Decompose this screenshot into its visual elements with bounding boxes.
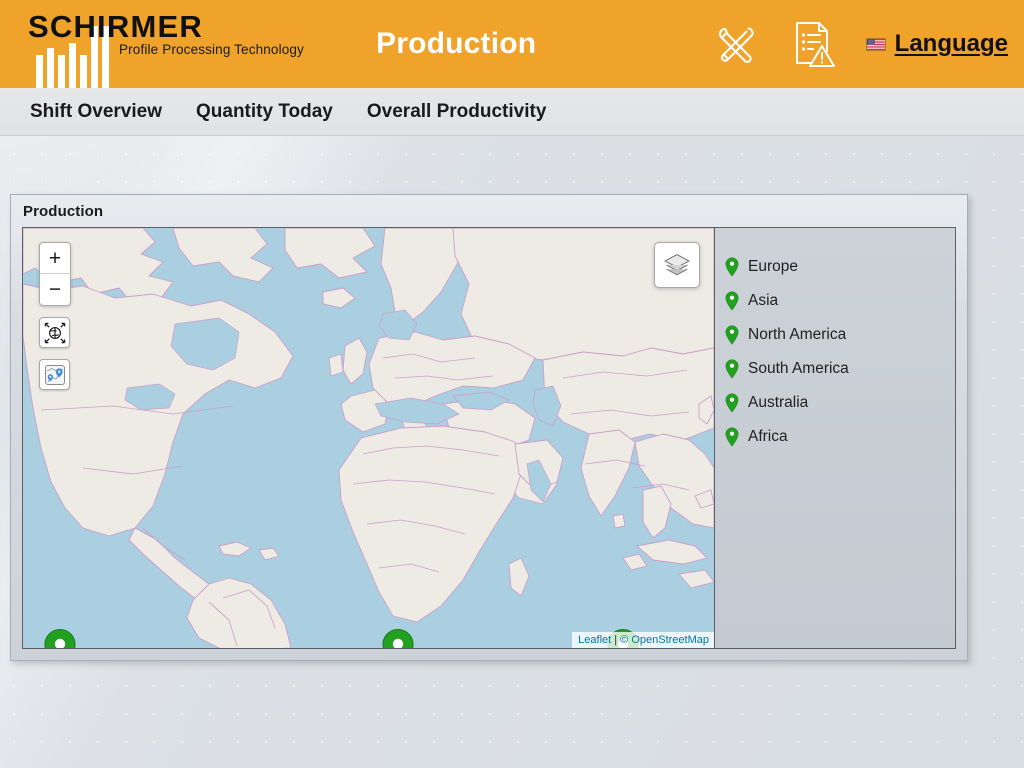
leaflet-link[interactable]: Leaflet <box>578 634 611 646</box>
us-flag-icon <box>865 37 886 51</box>
legend-label: Asia <box>748 292 779 309</box>
legend-item-asia[interactable]: Asia <box>725 284 955 318</box>
legend-item-europe[interactable]: Europe <box>725 250 955 284</box>
leaflet-map[interactable]: + − Leaflet | © OpenStreetMap <box>23 228 714 648</box>
language-selector[interactable]: Language <box>865 30 1008 58</box>
layers-icon[interactable] <box>654 242 700 288</box>
legend-item-north-america[interactable]: North America <box>725 318 955 352</box>
marker-pin-icon <box>725 359 739 379</box>
logo-wordmark: SCHIRMER <box>28 9 203 44</box>
nav-item-overall-productivity[interactable]: Overall Productivity <box>365 98 549 125</box>
main-navigation: Shift Overview Quantity Today Overall Pr… <box>0 88 1024 136</box>
legend-item-south-america[interactable]: South America <box>725 352 955 386</box>
panel-title: Production <box>23 203 104 220</box>
legend-label: Australia <box>748 394 809 411</box>
production-panel: Production + − Leaflet | © OpenStreetMap… <box>10 194 968 661</box>
map-widget: + − Leaflet | © OpenStreetMap Europe Asi… <box>22 227 956 649</box>
legend-label: Africa <box>748 428 788 445</box>
map-marker-north-america[interactable] <box>43 628 77 648</box>
zoom-control: + − <box>39 242 71 306</box>
marker-pin-icon <box>725 257 739 277</box>
marker-pin-icon <box>725 427 739 447</box>
marker-pin-icon <box>725 393 739 413</box>
fit-markers-icon[interactable] <box>39 359 70 390</box>
nav-item-quantity-today[interactable]: Quantity Today <box>194 98 335 125</box>
region-legend: Europe Asia North America South America … <box>714 228 955 648</box>
globe-fit-icon[interactable] <box>39 317 70 348</box>
map-attribution: Leaflet | © OpenStreetMap <box>572 632 714 648</box>
attribution-separator: | <box>614 634 618 646</box>
document-warning-icon[interactable] <box>788 17 840 71</box>
zoom-in-button[interactable]: + <box>40 243 70 274</box>
page-title: Production <box>376 27 537 60</box>
map-tiles <box>23 228 714 648</box>
legend-item-australia[interactable]: Australia <box>725 386 955 420</box>
company-logo: SCHIRMER Profile Processing Technology <box>0 0 330 88</box>
marker-pin-icon <box>725 291 739 311</box>
nav-item-shift-overview[interactable]: Shift Overview <box>28 98 164 125</box>
wrench-screwdriver-icon[interactable] <box>710 17 762 71</box>
map-controls: + − <box>39 242 71 390</box>
legend-label: South America <box>748 360 849 377</box>
app-header: SCHIRMER Profile Processing Technology P… <box>0 0 1024 88</box>
legend-label: North America <box>748 326 847 343</box>
openstreetmap-link[interactable]: © OpenStreetMap <box>620 634 709 646</box>
language-label: Language <box>894 30 1008 57</box>
marker-pin-icon <box>725 325 739 345</box>
legend-item-africa[interactable]: Africa <box>725 420 955 454</box>
header-actions: Language <box>710 17 1024 71</box>
zoom-out-button[interactable]: − <box>40 274 70 305</box>
logo-tagline: Profile Processing Technology <box>119 42 304 57</box>
map-marker-europe[interactable] <box>381 628 415 648</box>
legend-label: Europe <box>748 258 798 275</box>
